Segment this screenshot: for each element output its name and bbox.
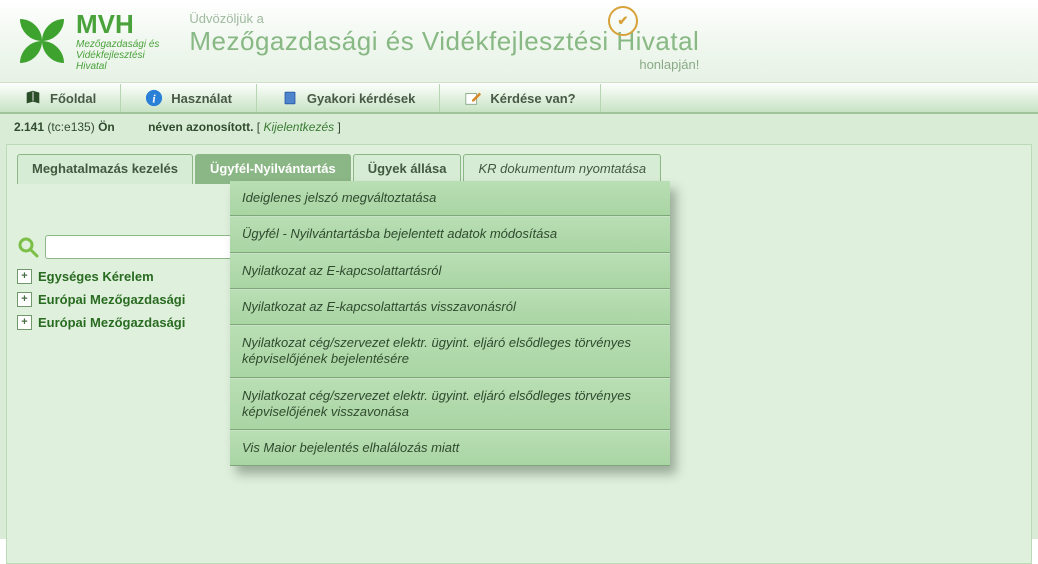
content-panel: Meghatalmazás kezelés Ügyfél-Nyilvántart… <box>6 144 1032 564</box>
identified-label: néven azonosított. <box>148 120 253 134</box>
diamond-book-icon <box>281 89 299 107</box>
tree-label: Egységes Kérelem <box>38 269 154 284</box>
client-registry-dropdown: Ideiglenes jelszó megváltoztatása Ügyfél… <box>230 181 670 466</box>
toolbar-usage-label: Használat <box>171 91 232 106</box>
sgs-badge-icon: ✔ <box>608 6 638 36</box>
pencil-note-icon <box>464 89 482 107</box>
plus-icon: + <box>17 292 32 307</box>
tree-label: Európai Mezőgazdasági <box>38 292 185 307</box>
status-line: 2.141 (tc:e135) Ön néven azonosított. [ … <box>0 114 1038 140</box>
toolbar-home-label: Főoldal <box>50 91 96 106</box>
tab-authorization[interactable]: Meghatalmazás kezelés <box>17 154 193 184</box>
brand-short: MVH <box>76 10 159 39</box>
tab-case-status[interactable]: Ügyek állása <box>353 154 462 184</box>
tree-label: Európai Mezőgazdasági <box>38 315 185 330</box>
logout-link[interactable]: Kijelentkezés <box>263 120 334 134</box>
menu-vis-maior-death[interactable]: Vis Maior bejelentés elhalálozás miatt <box>230 430 670 466</box>
plus-icon: + <box>17 269 32 284</box>
welcome-line3: honlapján! <box>189 57 699 72</box>
tab-client-registry[interactable]: Ügyfél-Nyilvántartás <box>195 154 351 184</box>
brand-logo: MVH Mezőgazdasági és Vidékfejlesztési Hi… <box>18 10 159 72</box>
menu-org-representative-declare[interactable]: Nyilatkozat cég/szervezet elektr. ügyint… <box>230 325 670 378</box>
bracket-close: ] <box>334 120 341 134</box>
brand-line2: Vidékfejlesztési <box>76 50 159 61</box>
toolbar-faq-label: Gyakori kérdések <box>307 91 415 106</box>
search-icon <box>17 236 39 258</box>
logo-icon <box>18 17 66 65</box>
menu-modify-client-data[interactable]: Ügyfél - Nyilvántartásba bejelentett ada… <box>230 216 670 252</box>
main-toolbar: Főoldal i Használat Gyakori kérdések Kér… <box>0 83 1038 114</box>
menu-change-temp-password[interactable]: Ideiglenes jelszó megváltoztatása <box>230 181 670 216</box>
build-tag: (tc:e135) <box>47 120 94 134</box>
page-header: MVH Mezőgazdasági és Vidékfejlesztési Hi… <box>0 0 1038 83</box>
tab-bar: Meghatalmazás kezelés Ügyfél-Nyilvántart… <box>17 153 1021 183</box>
toolbar-faq[interactable]: Gyakori kérdések <box>257 84 440 112</box>
toolbar-question-label: Kérdése van? <box>490 91 575 106</box>
tab-kr-print[interactable]: KR dokumentum nyomtatása <box>463 154 661 184</box>
brand-line3: Hivatal <box>76 61 159 72</box>
you-label: Ön <box>98 120 115 134</box>
toolbar-home[interactable]: Főoldal <box>0 84 121 112</box>
plus-icon: + <box>17 315 32 330</box>
menu-org-representative-withdraw[interactable]: Nyilatkozat cég/szervezet elektr. ügyint… <box>230 378 670 431</box>
brand-line1: Mezőgazdasági és <box>76 39 159 50</box>
menu-econtact-declaration[interactable]: Nyilatkozat az E-kapcsolattartásról <box>230 253 670 289</box>
toolbar-question[interactable]: Kérdése van? <box>440 84 600 112</box>
menu-econtact-withdraw[interactable]: Nyilatkozat az E-kapcsolattartás visszav… <box>230 289 670 325</box>
info-icon: i <box>145 89 163 107</box>
book-icon <box>24 89 42 107</box>
version-number: 2.141 <box>14 120 44 134</box>
toolbar-usage[interactable]: i Használat <box>121 84 257 112</box>
